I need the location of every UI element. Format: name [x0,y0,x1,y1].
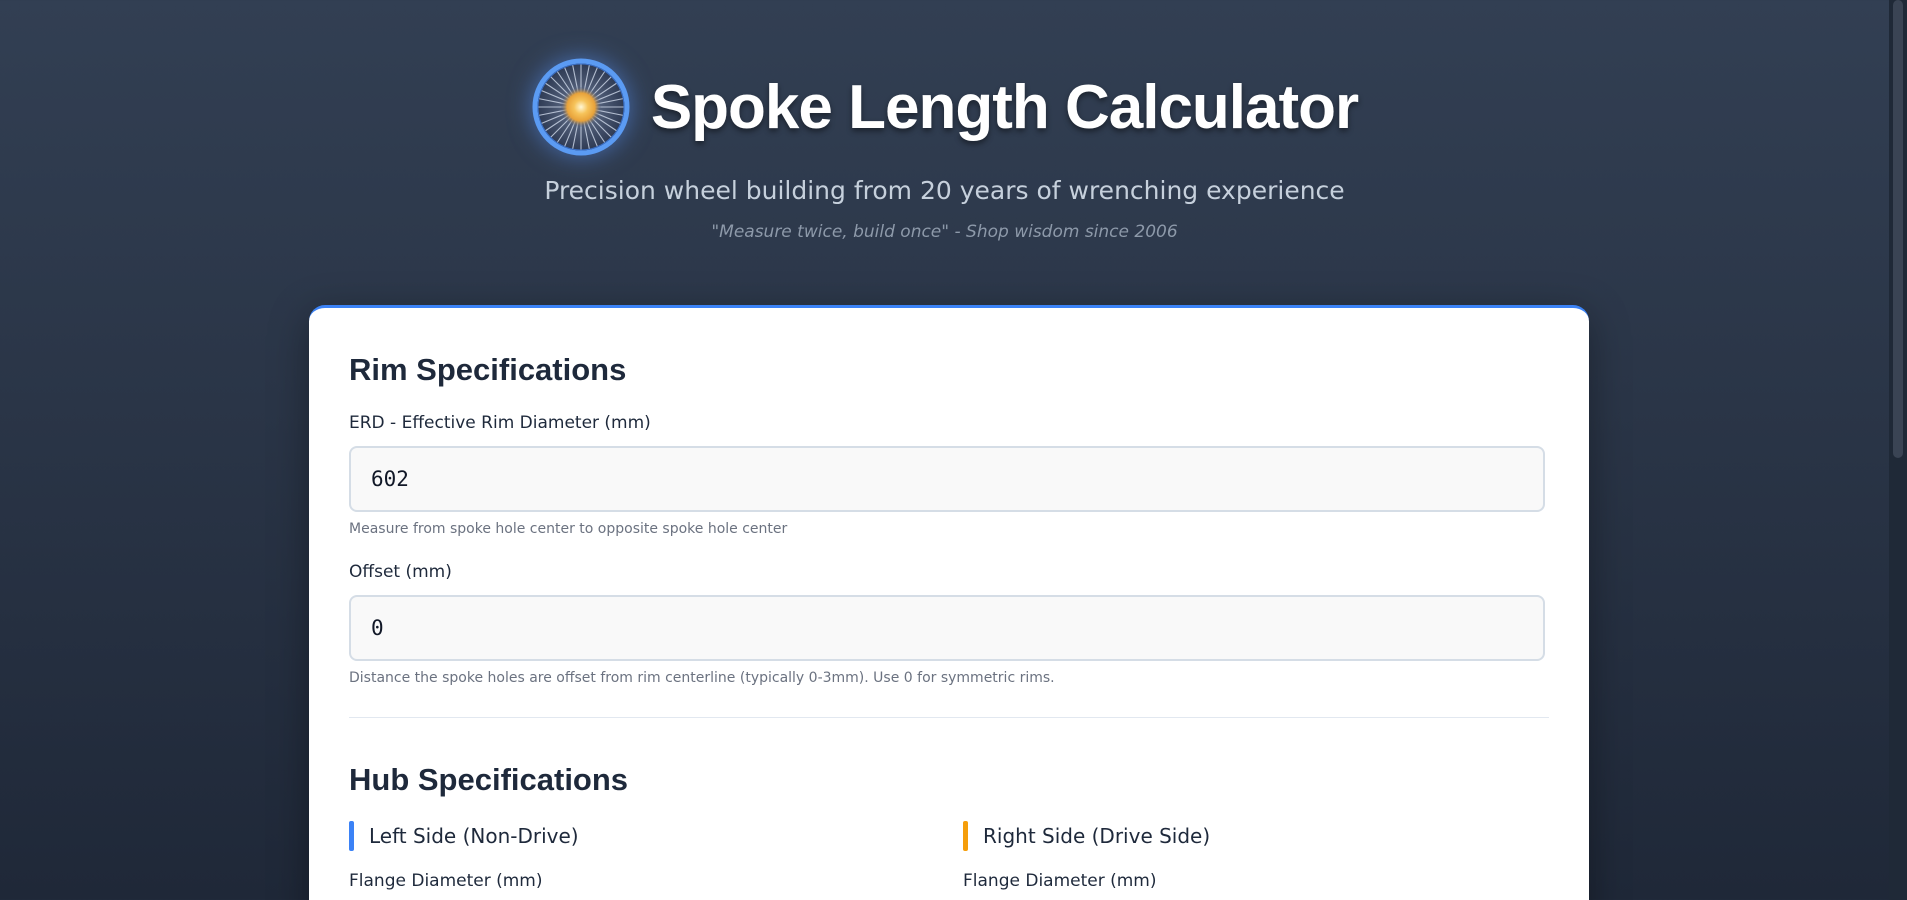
right-flange-diameter-label: Flange Diameter (mm) [963,871,1157,891]
section-divider [349,717,1549,718]
page-scrollbar[interactable] [1889,0,1907,900]
scrollbar-thumb[interactable] [1893,0,1903,458]
offset-hint: Distance the spoke holes are offset from… [349,670,1055,686]
right-side-heading-label: Right Side (Drive Side) [983,824,1211,848]
page-title: Spoke Length Calculator [650,72,1359,142]
erd-input[interactable]: 602 [349,446,1545,512]
right-side-heading: Right Side (Drive Side) [963,821,1210,851]
offset-label: Offset (mm) [349,562,452,582]
rim-section-title: Rim Specifications [349,352,627,387]
title-row: Spoke Length Calculator [0,52,1889,162]
page: Spoke Length Calculator Precision wheel … [0,0,1889,900]
calculator-card: Rim Specifications ERD - Effective Rim D… [309,305,1589,900]
header: Spoke Length Calculator Precision wheel … [0,0,1889,280]
erd-label: ERD - Effective Rim Diameter (mm) [349,413,651,433]
left-side-heading-label: Left Side (Non-Drive) [369,824,579,848]
erd-hint: Measure from spoke hole center to opposi… [349,521,788,537]
spoked-wheel-icon [532,58,630,156]
shop-quote: "Measure twice, build once" - Shop wisdo… [711,222,1178,242]
page-subtitle: Precision wheel building from 20 years o… [544,176,1345,205]
left-flange-diameter-label: Flange Diameter (mm) [349,871,543,891]
left-side-accent-bar [349,821,354,851]
right-side-accent-bar [963,821,968,851]
offset-input[interactable]: 0 [349,595,1545,661]
left-side-heading: Left Side (Non-Drive) [349,821,579,851]
hub-section-title: Hub Specifications [349,762,629,797]
